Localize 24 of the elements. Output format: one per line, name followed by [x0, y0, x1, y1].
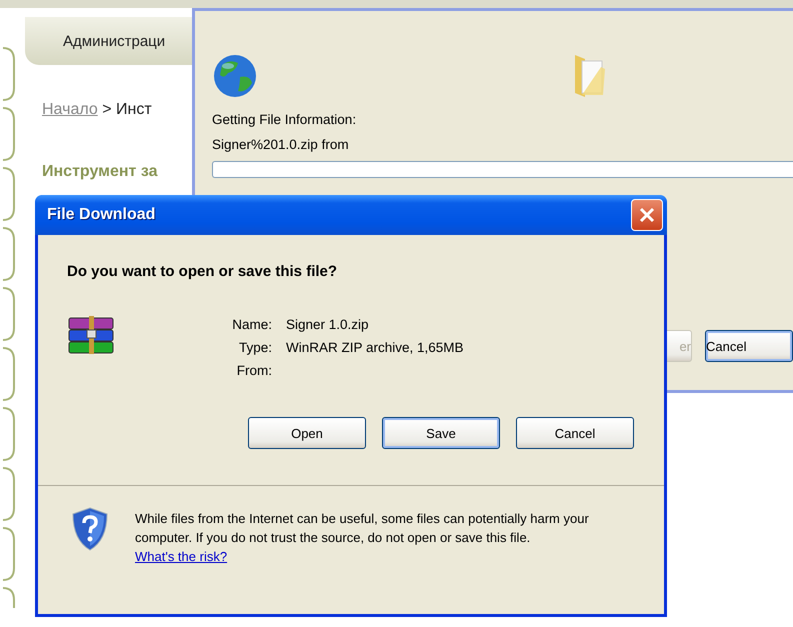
breadcrumb-link[interactable]: Начало — [42, 101, 98, 118]
save-button[interactable]: Save — [382, 417, 500, 449]
window-title: File Download — [47, 206, 156, 224]
field-label: From: — [236, 362, 272, 379]
risk-link[interactable]: What's the risk? — [135, 549, 228, 564]
page-heading: Инструмент за — [42, 163, 158, 181]
globe-icon — [212, 53, 258, 99]
close-button[interactable] — [631, 199, 663, 231]
field-value: Signer 1.0.zip — [286, 316, 370, 333]
security-shield-icon — [71, 506, 109, 552]
open-button[interactable]: Open — [248, 417, 366, 449]
field-label: Name: — [231, 316, 272, 333]
close-icon — [638, 206, 656, 224]
folder-icon — [573, 53, 607, 99]
cancel-button[interactable]: Cancel — [516, 417, 634, 449]
dialog-question: Do you want to open or save this file? — [67, 263, 338, 280]
breadcrumb: Начало > Инст — [42, 101, 152, 119]
security-warning-text: While files from the Internet can be useful, some files can potentially harm your computer. If you do not trust the source, do not open or save this file. What's the risk? — [135, 510, 590, 566]
field-value: WinRAR ZIP archive, 1,65MB — [286, 339, 464, 356]
file-name-text: Signer%201.0.zip from — [212, 136, 350, 153]
field-label: Type: — [238, 339, 272, 356]
nav-tab[interactable]: Администраци — [25, 17, 192, 65]
cancel-button[interactable]: Cancel — [705, 330, 793, 362]
status-text: Getting File Information: — [212, 111, 358, 128]
